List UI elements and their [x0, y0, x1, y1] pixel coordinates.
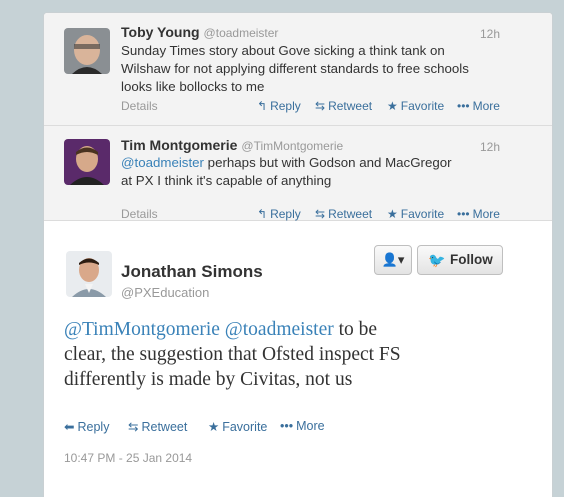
- favorite-button[interactable]: ★ Favorite: [387, 207, 444, 221]
- mention-link[interactable]: @toadmeister: [121, 155, 204, 170]
- retweet-icon: ⇆: [315, 207, 326, 221]
- retweet-button[interactable]: ⇆ Retweet: [128, 419, 187, 434]
- mention-link[interactable]: @TimMontgomerie: [64, 319, 220, 340]
- twitter-bird-icon: 🐦: [428, 252, 446, 268]
- reply-tweet-toby-young[interactable]: Toby Young @toadmeister 12h Sunday Times …: [44, 13, 552, 126]
- details-link[interactable]: Details: [121, 99, 158, 113]
- reply-button[interactable]: ⬅ Reply: [64, 419, 109, 434]
- mention-link[interactable]: @toadmeister: [225, 319, 334, 340]
- retweet-icon: ⇆: [128, 420, 139, 434]
- retweet-icon: ⇆: [315, 99, 326, 113]
- tweet-time[interactable]: 12h: [480, 140, 500, 154]
- more-button[interactable]: ••• More: [457, 99, 500, 113]
- favorite-button[interactable]: ★ Favorite: [208, 419, 267, 434]
- more-dots-icon: •••: [457, 99, 470, 113]
- reply-button[interactable]: ↰ Reply: [257, 207, 301, 221]
- tweet-text: @TimMontgomerie @toadmeister to be clear…: [64, 319, 401, 390]
- reply-button[interactable]: ↰ Reply: [257, 99, 301, 113]
- star-icon: ★: [387, 207, 398, 221]
- reply-icon: ↰: [257, 207, 268, 221]
- reply-icon: ↰: [257, 99, 268, 113]
- more-button[interactable]: ••• More: [457, 207, 500, 221]
- tweet-timestamp[interactable]: 10:47 PM - 25 Jan 2014: [64, 451, 192, 465]
- reply-icon: ⬅: [64, 420, 75, 434]
- star-icon: ★: [208, 420, 220, 434]
- main-tweet: Jonathan Simons @PXEducation 👤▾ 🐦 Follow…: [44, 221, 552, 497]
- reply-tweet-tim-montgomerie[interactable]: Tim Montgomerie @TimMontgomerie 12h @toad…: [44, 126, 552, 221]
- tweet-actions: ⬅ Reply ⇆ Retweet ★ Favorite ••• More: [64, 419, 364, 437]
- avatar[interactable]: [64, 28, 110, 74]
- tweet-time[interactable]: 12h: [480, 27, 500, 41]
- details-link[interactable]: Details: [121, 207, 158, 221]
- author-handle[interactable]: @toadmeister: [204, 26, 279, 40]
- tweet-text: @toadmeister perhaps but with Godson and…: [121, 155, 452, 188]
- retweet-button[interactable]: ⇆ Retweet: [315, 207, 372, 221]
- favorite-button[interactable]: ★ Favorite: [387, 99, 444, 113]
- author-name[interactable]: Tim Montgomerie @TimMontgomerie: [121, 137, 343, 153]
- more-dots-icon: •••: [457, 207, 470, 221]
- author-handle[interactable]: @PXEducation: [121, 285, 209, 300]
- retweet-button[interactable]: ⇆ Retweet: [315, 99, 372, 113]
- avatar[interactable]: [66, 251, 112, 297]
- star-icon: ★: [387, 99, 398, 113]
- tweet-thread: Toby Young @toadmeister 12h Sunday Times …: [43, 12, 553, 497]
- more-dots-icon: •••: [280, 419, 294, 433]
- avatar[interactable]: [64, 139, 110, 185]
- user-dropdown-icon: 👤▾: [381, 252, 405, 267]
- user-actions-button[interactable]: 👤▾: [374, 245, 412, 275]
- tweet-text: Sunday Times story about Gove sicking a …: [121, 43, 469, 94]
- author-name[interactable]: Toby Young @toadmeister: [121, 24, 278, 40]
- more-button[interactable]: ••• More: [280, 419, 325, 433]
- follow-button[interactable]: 🐦 Follow: [417, 245, 503, 275]
- author-name[interactable]: Jonathan Simons: [121, 262, 263, 282]
- author-handle[interactable]: @TimMontgomerie: [241, 139, 343, 153]
- tweet-actions: Details ↰ Reply ⇆ Retweet ★ Favorite ••• Mor…: [121, 99, 500, 115]
